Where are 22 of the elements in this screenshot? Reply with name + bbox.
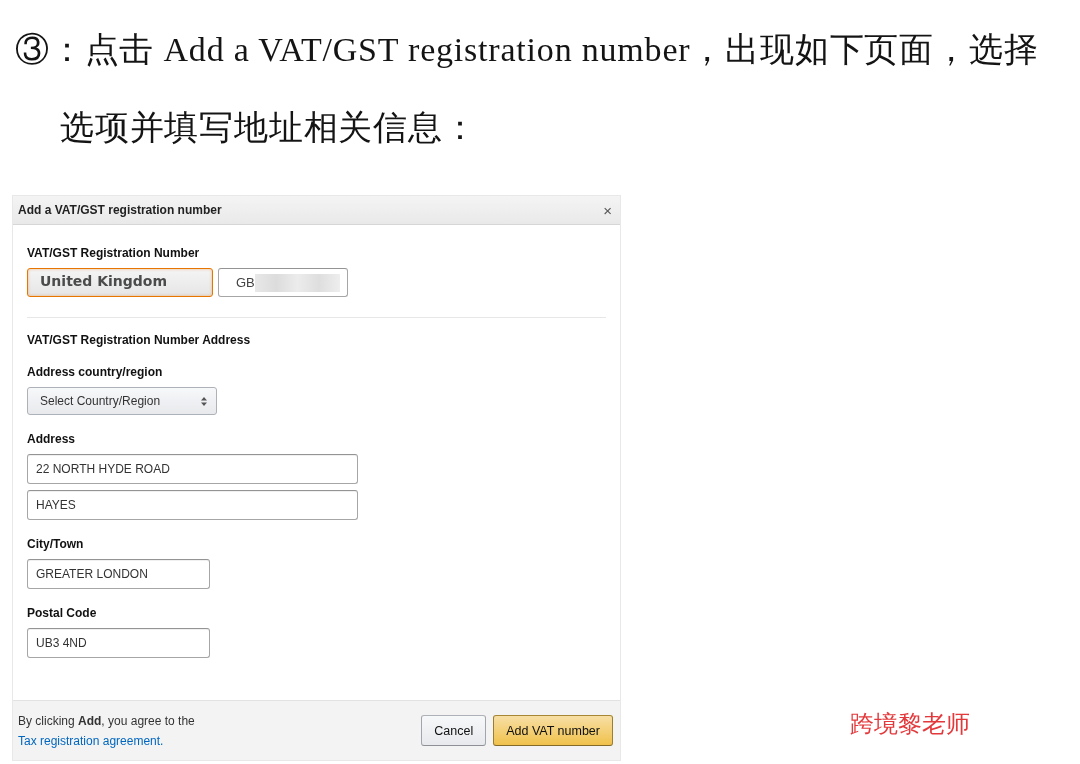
text-field[interactable]: GREATER LONDON xyxy=(27,559,210,589)
instruction-text: ③：点击 Add a VAT/GST registration number，出现如下页面，选择 选项并填写地址相关信息： xyxy=(14,30,1039,148)
field-label: City/Town xyxy=(27,536,84,552)
text-field[interactable]: UB3 4ND xyxy=(27,628,210,658)
text-field[interactable]: HAYES xyxy=(27,490,358,520)
agreement-link[interactable]: Tax registration agreement. xyxy=(18,733,164,748)
vat-number-field[interactable]: GB xyxy=(218,268,348,297)
field-label: Address xyxy=(27,431,76,447)
section-heading: VAT/GST Registration Number Address xyxy=(27,332,251,348)
field-label: VAT/GST Registration Number xyxy=(27,245,200,261)
country-region-select[interactable]: Select Country/Region xyxy=(27,387,217,415)
field-label: Postal Code xyxy=(27,605,97,621)
field-label: Address country/region xyxy=(27,364,163,380)
dialog-title: Add a VAT/GST registration number xyxy=(18,203,222,217)
add-vat-number-button[interactable]: Add VAT number xyxy=(493,715,613,746)
cancel-button[interactable]: Cancel xyxy=(421,715,487,746)
text-field[interactable]: 22 NORTH HYDE ROAD xyxy=(27,454,358,484)
author-signature: 跨境黎老师 xyxy=(850,709,970,740)
close-button[interactable]: × xyxy=(603,202,612,218)
country-select[interactable]: United Kingdom xyxy=(27,268,213,297)
select-caret-icon xyxy=(201,396,207,406)
agreement-notice: By clicking Add, you agree to the Tax registration agreement. xyxy=(18,712,196,750)
